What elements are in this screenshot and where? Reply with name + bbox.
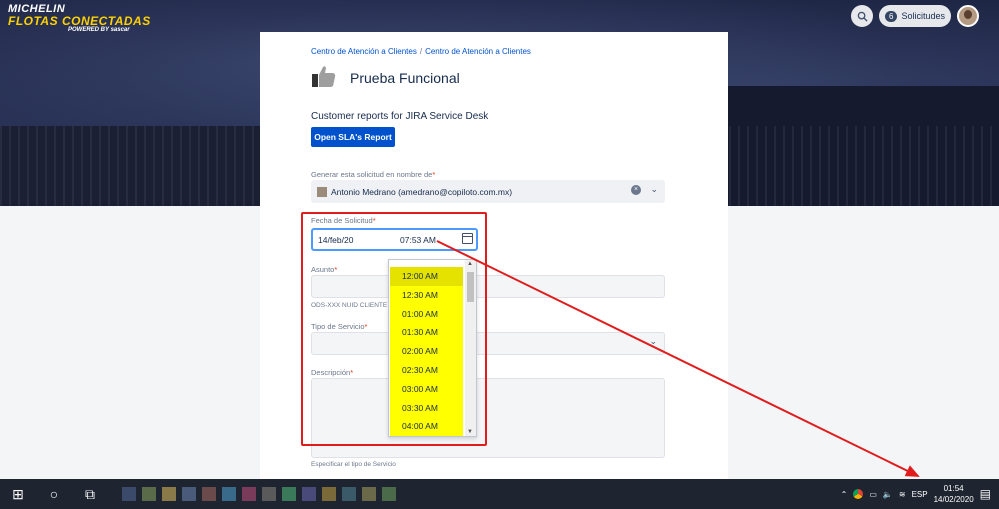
system-tray: ⌃ ▭ 🔈 ≋ ESP 01:54 14/02/2020 ▤ bbox=[841, 479, 999, 509]
annotation-arrow bbox=[436, 240, 920, 477]
taskbar-app-icon[interactable] bbox=[302, 487, 316, 501]
clock-time: 01:54 bbox=[943, 484, 964, 493]
taskbar-app-icon[interactable] bbox=[262, 487, 276, 501]
cortana-search-icon[interactable]: ○ bbox=[36, 486, 72, 502]
language-indicator[interactable]: ESP bbox=[912, 490, 928, 499]
taskbar-app-icon[interactable] bbox=[382, 487, 396, 501]
clock-date: 14/02/2020 bbox=[933, 495, 974, 504]
chevron-up-icon[interactable]: ⌃ bbox=[841, 490, 848, 499]
taskbar-app-icon[interactable] bbox=[142, 487, 156, 501]
taskbar-app-icon[interactable] bbox=[282, 487, 296, 501]
taskbar-app-icon[interactable] bbox=[182, 487, 196, 501]
taskbar-app-icon[interactable] bbox=[162, 487, 176, 501]
taskbar-app-icon[interactable] bbox=[362, 487, 376, 501]
clock[interactable]: 01:54 14/02/2020 bbox=[934, 483, 974, 505]
taskbar-app-icon[interactable] bbox=[122, 487, 136, 501]
chrome-icon[interactable] bbox=[853, 489, 864, 499]
taskbar-app-icon[interactable] bbox=[202, 487, 216, 501]
battery-icon[interactable]: ▭ bbox=[869, 490, 877, 499]
taskbar-app-icon[interactable] bbox=[242, 487, 256, 501]
windows-taskbar: ⊞ ○ ⧉ ⌃ ▭ 🔈 ≋ ESP 01:54 14/02/2020 ▤ bbox=[0, 479, 999, 509]
task-view-icon[interactable]: ⧉ bbox=[72, 486, 108, 503]
windows-start-icon[interactable]: ⊞ bbox=[0, 486, 36, 503]
volume-icon[interactable]: 🔈 bbox=[883, 490, 893, 499]
wifi-icon[interactable]: ≋ bbox=[899, 490, 906, 499]
taskbar-app-icon[interactable] bbox=[322, 487, 336, 501]
taskbar-app-icon[interactable] bbox=[222, 487, 236, 501]
taskbar-app-icon[interactable] bbox=[342, 487, 356, 501]
notifications-icon[interactable]: ▤ bbox=[980, 487, 991, 501]
